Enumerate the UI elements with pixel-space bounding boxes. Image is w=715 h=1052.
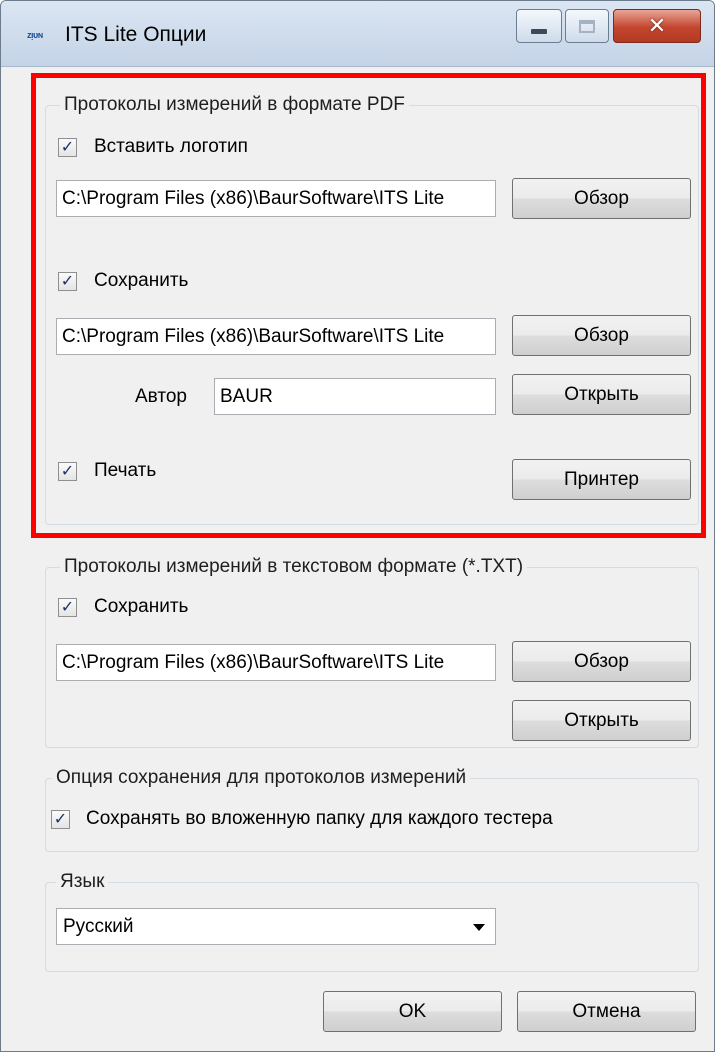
title-bar[interactable]: ᴢᴉᴜɴ ITS Lite Опции ✕ [1,1,714,67]
txt-save-path-field[interactable]: C:\Program Files (x86)\BaurSoftware\ITS … [56,644,496,681]
txt-group-label: Протоколы измерений в текстовом формате … [60,556,528,578]
highlight-frame [31,73,706,538]
minimize-icon [531,28,547,34]
minimize-button[interactable] [516,9,562,43]
options-window: ᴢᴉᴜɴ ITS Lite Опции ✕ Протоколы измерени… [0,0,715,1052]
open-txt-button[interactable]: Открыть [512,700,691,741]
close-button[interactable]: ✕ [613,9,701,43]
maximize-icon [579,19,595,33]
close-icon: ✕ [647,13,667,38]
language-group-label: Язык [56,871,109,893]
browse-txt-button[interactable]: Обзор [512,641,691,682]
window-title: ITS Lite Опции [65,23,207,46]
subfolder-checkbox[interactable]: ✓ [51,810,70,829]
language-select[interactable]: Русский [56,908,496,945]
chevron-down-icon [473,924,485,931]
save-txt-label[interactable]: Сохранить [94,596,188,618]
save-option-group-label: Опция сохранения для протоколов измерени… [52,767,471,789]
maximize-button [565,9,609,43]
cancel-button[interactable]: Отмена [517,991,696,1032]
app-logo-icon: ᴢᴉᴜɴ [27,30,43,40]
ok-button[interactable]: OK [323,991,502,1032]
subfolder-label[interactable]: Сохранять во вложенную папку для каждого… [86,808,553,830]
save-txt-checkbox[interactable]: ✓ [58,598,77,617]
language-selected-value: Русский [63,916,134,937]
